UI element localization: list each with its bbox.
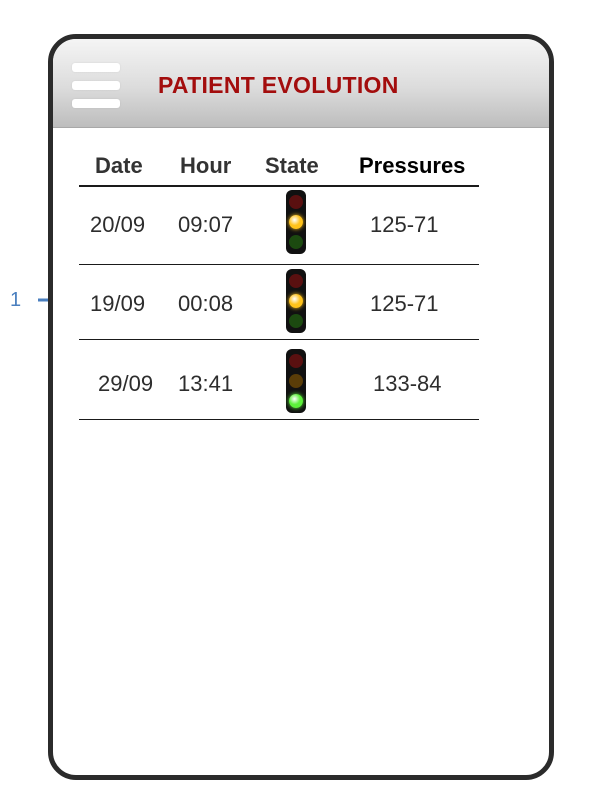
green-lamp (289, 314, 303, 328)
row-hour: 13:41 (178, 371, 234, 396)
hamburger-menu-icon[interactable] (72, 63, 120, 109)
row-hour: 00:08 (178, 291, 234, 316)
column-header-hour: Hour (180, 153, 232, 178)
column-header-state: State (265, 153, 319, 178)
table-header: Date Hour State Pressures (79, 149, 479, 187)
column-header-pressures: Pressures (359, 153, 466, 178)
screen: 1 PATIENT EVOLUTION Date Hour State Pres… (0, 0, 600, 800)
menu-bar-bottom (72, 99, 120, 108)
table-row[interactable]: 20/09 09:07 125-71 (79, 187, 479, 265)
table-row[interactable]: 19/09 00:08 125-71 (79, 265, 479, 340)
column-header-date: Date (95, 153, 143, 178)
red-lamp (289, 274, 303, 288)
row-pressures: 133-84 (373, 371, 442, 396)
evolution-table: Date Hour State Pressures 20/09 09:07 12… (79, 149, 479, 420)
menu-bar-middle (72, 81, 120, 90)
table-row[interactable]: 29/09 13:41 133-84 (79, 340, 479, 420)
yellow-lamp (289, 294, 303, 308)
annotation-number: 1 (10, 288, 22, 311)
row-date: 19/09 (90, 291, 146, 316)
row-pressures: 125-71 (370, 212, 439, 237)
app-header: PATIENT EVOLUTION (53, 39, 549, 128)
green-lamp (289, 394, 303, 408)
row-date: 29/09 (98, 371, 154, 396)
page-title: PATIENT EVOLUTION (158, 72, 399, 98)
red-lamp (289, 354, 303, 368)
traffic-light-icon[interactable] (286, 190, 306, 254)
menu-bar-top (72, 63, 120, 72)
yellow-lamp (289, 374, 303, 388)
phone-frame: PATIENT EVOLUTION Date Hour State Pressu… (48, 34, 554, 780)
yellow-lamp (289, 215, 303, 229)
row-hour: 09:07 (178, 212, 234, 237)
traffic-light-icon[interactable] (286, 269, 306, 333)
row-date: 20/09 (90, 212, 146, 237)
green-lamp (289, 235, 303, 249)
red-lamp (289, 195, 303, 209)
traffic-light-icon[interactable] (286, 349, 306, 413)
row-pressures: 125-71 (370, 291, 439, 316)
